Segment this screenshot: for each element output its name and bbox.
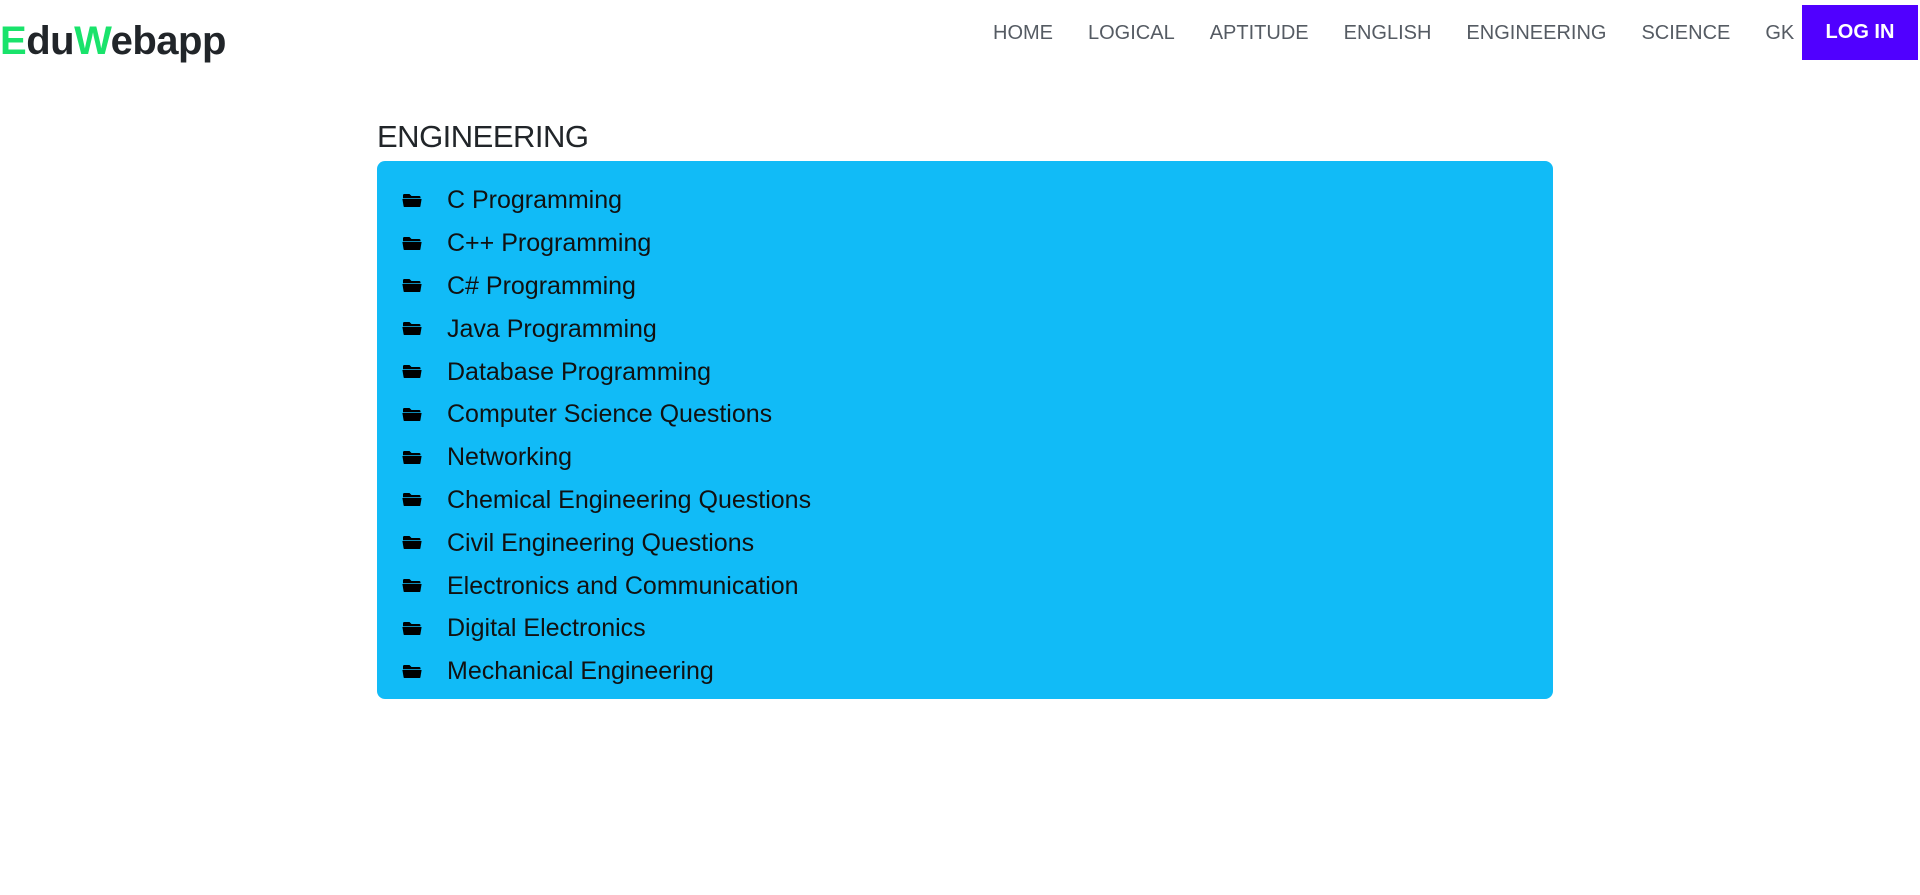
course-panel: C Programming C++ Programming C# Program… xyxy=(377,161,1553,699)
brand-text-du: du xyxy=(26,19,75,63)
folder-icon xyxy=(402,536,422,550)
brand-text-ebapp: ebapp xyxy=(110,19,227,63)
course-label: Database Programming xyxy=(447,357,712,386)
course-item-c-programming[interactable]: C++ Programming xyxy=(377,222,1553,265)
brand-letter-w: W xyxy=(74,19,111,63)
main-nav: HOME LOGICAL APTITUDE ENGLISH ENGINEERIN… xyxy=(993,0,1829,66)
course-label: Computer Science Questions xyxy=(447,400,773,429)
folder-icon xyxy=(402,579,422,593)
course-label: C++ Programming xyxy=(447,229,652,258)
course-item-digital-electronics[interactable]: Digital Electronics xyxy=(377,607,1553,650)
nav-link-engineering[interactable]: ENGINEERING xyxy=(1466,21,1606,45)
course-label: Mechanical Engineering xyxy=(447,657,714,686)
section-title: ENGINEERING xyxy=(377,119,589,154)
folder-icon xyxy=(402,193,422,207)
nav-link-home[interactable]: HOME xyxy=(993,21,1053,45)
folder-icon xyxy=(402,493,422,507)
course-item-mechanical-engineering[interactable]: Mechanical Engineering xyxy=(377,650,1553,693)
course-label: Java Programming xyxy=(447,314,657,343)
nav-link-aptitude[interactable]: APTITUDE xyxy=(1210,21,1309,45)
login-button[interactable]: LOG IN xyxy=(1802,5,1918,60)
course-label: Electronics and Communication xyxy=(447,571,799,600)
folder-icon xyxy=(402,279,422,293)
nav-link-english[interactable]: ENGLISH xyxy=(1344,21,1432,45)
brand-letter-e: E xyxy=(0,19,27,63)
course-item-civil-engineering-questions[interactable]: Civil Engineering Questions xyxy=(377,521,1553,564)
brand-logo[interactable]: EduWebapp xyxy=(0,17,226,65)
folder-icon xyxy=(402,322,422,336)
course-item-computer-science-questions[interactable]: Computer Science Questions xyxy=(377,393,1553,436)
course-item-java-programming[interactable]: Java Programming xyxy=(377,307,1553,350)
nav-link-science[interactable]: SCIENCE xyxy=(1641,21,1730,45)
nav-link-gk[interactable]: GK xyxy=(1765,21,1794,45)
course-label: C# Programming xyxy=(447,271,636,300)
folder-icon xyxy=(402,450,422,464)
nav-link-logical[interactable]: LOGICAL xyxy=(1088,21,1175,45)
course-item-c-programming[interactable]: C Programming xyxy=(377,179,1553,222)
folder-icon xyxy=(402,365,422,379)
folder-icon xyxy=(402,236,422,250)
navbar: EduWebapp HOME LOGICAL APTITUDE ENGLISH … xyxy=(0,0,1920,66)
course-label: Digital Electronics xyxy=(447,614,646,643)
folder-icon xyxy=(402,621,422,635)
course-label: C Programming xyxy=(447,186,623,215)
course-item-database-programming[interactable]: Database Programming xyxy=(377,350,1553,393)
course-list: C Programming C++ Programming C# Program… xyxy=(377,161,1553,693)
course-item-networking[interactable]: Networking xyxy=(377,436,1553,479)
course-label: Chemical Engineering Questions xyxy=(447,485,812,514)
course-item-c-programming[interactable]: C# Programming xyxy=(377,265,1553,308)
course-item-electronics-and-communication[interactable]: Electronics and Communication xyxy=(377,564,1553,607)
course-item-chemical-engineering-questions[interactable]: Chemical Engineering Questions xyxy=(377,479,1553,522)
course-label: Networking xyxy=(447,443,573,472)
folder-icon xyxy=(402,664,422,678)
course-label: Civil Engineering Questions xyxy=(447,528,755,557)
folder-icon xyxy=(402,407,422,421)
